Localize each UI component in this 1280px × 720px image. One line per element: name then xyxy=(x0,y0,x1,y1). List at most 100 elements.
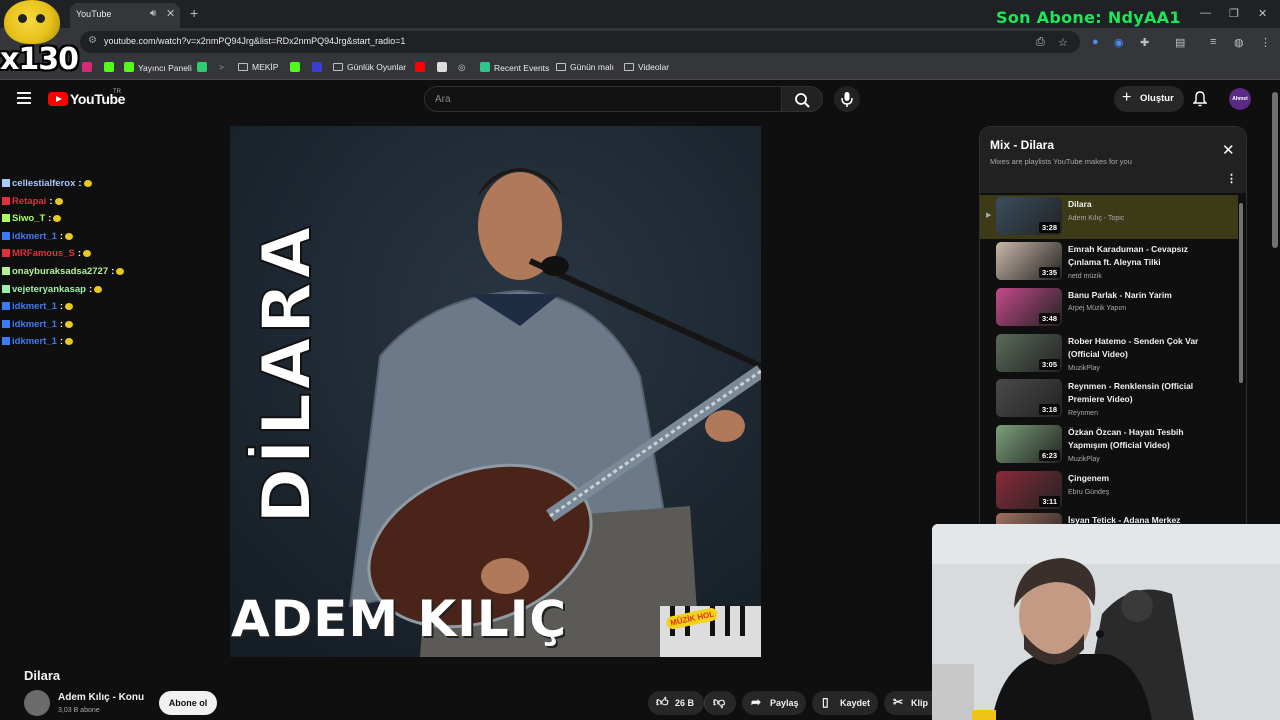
voice-search-button[interactable] xyxy=(834,86,860,112)
kick-bookmark-icon[interactable] xyxy=(104,62,118,73)
playlist-item-title[interactable]: Çingenem xyxy=(1068,472,1208,485)
chat-username[interactable]: idkmert_1 xyxy=(12,336,57,347)
chat-separator: : xyxy=(88,283,93,295)
speaker-icon[interactable]: 🔊︎ xyxy=(150,8,156,19)
cover-artist-name: ADEM KILIÇ xyxy=(231,590,568,648)
bookmark-icon-3[interactable] xyxy=(437,62,451,73)
install-icon[interactable]: ⎙ xyxy=(1036,36,1045,49)
url-text[interactable]: youtube.com/watch?v=x2nmPQ94Jrg&list=RDx… xyxy=(104,36,405,46)
playlist-item-title[interactable]: Özkan Özcan - Hayatı Tesbih Yapmışım (Of… xyxy=(1068,426,1208,451)
dislike-button[interactable]: 👎︎ xyxy=(704,691,736,715)
channel-avatar[interactable] xyxy=(24,690,50,716)
playlist-item[interactable]: 3:05 Rober Hatemo - Senden Çok Var (Offic… xyxy=(980,332,1238,376)
chat-badge-icon xyxy=(2,319,10,328)
chat-separator: : xyxy=(59,301,64,313)
playlist-item-title[interactable]: Emrah Karaduman - Cevapsız Çınlama ft. A… xyxy=(1068,243,1208,268)
extensions-puzzle-icon[interactable]: ✚ xyxy=(1140,36,1149,49)
bookmark-gunun-mali[interactable]: Günün malı xyxy=(556,62,614,72)
save-button[interactable]: ▯ Kaydet xyxy=(812,691,878,715)
playlist-item-title[interactable]: Rober Hatemo - Senden Çok Var (Official … xyxy=(1068,335,1208,360)
playlist-thumbnail[interactable]: 3:28 xyxy=(996,197,1062,235)
globe-bookmark-icon[interactable]: ◎ xyxy=(458,62,465,73)
playlist-item-title[interactable]: Dilara xyxy=(1068,198,1208,211)
window-close-icon[interactable]: ✕ xyxy=(1258,7,1267,20)
duration-badge: 3:05 xyxy=(1038,359,1060,370)
playlist-thumbnail[interactable]: 3:05 xyxy=(996,334,1062,372)
playlist-item[interactable]: 3:48 Banu Parlak - Narin Yarim Arpej Müzik… xyxy=(980,286,1238,330)
site-info-icon[interactable]: ⚙︎ xyxy=(88,35,97,46)
emote-eye xyxy=(36,14,45,23)
playlist-item[interactable]: ▶ 3:28 Dilara Adem Kılıç - Topic xyxy=(980,195,1238,239)
more-menu-icon[interactable]: ⋮ xyxy=(1260,36,1271,49)
playlist-thumbnail[interactable]: 3:48 xyxy=(996,288,1062,326)
chat-message: Siwo_T: xyxy=(2,213,222,231)
profile-icon[interactable]: ◍ xyxy=(1234,36,1244,49)
playlist-thumbnail[interactable]: 6:23 xyxy=(996,425,1062,463)
mix-subtitle: Mixes are playlists YouTube makes for yo… xyxy=(990,157,1132,166)
bookmark-icon[interactable] xyxy=(197,62,211,73)
playlist-item[interactable]: 3:18 Reynmen - Renklensin (Official Premi… xyxy=(980,377,1238,421)
kick-bookmark-icon-2[interactable] xyxy=(290,62,304,73)
media-control-icon[interactable]: ≡ xyxy=(1210,36,1216,48)
chat-username[interactable]: vejeteryankasap xyxy=(12,284,86,295)
restore-icon[interactable]: ❐ xyxy=(1229,7,1239,20)
bookmark-yayinci-paneli[interactable]: Yayıncı Paneli xyxy=(124,62,192,73)
playlist-item[interactable]: 6:23 Özkan Özcan - Hayatı Tesbih Yapmışım… xyxy=(980,423,1238,467)
webcam-overlay xyxy=(932,524,1280,720)
bookmark-icon-2[interactable] xyxy=(312,62,326,73)
sidepanel-icon[interactable]: ▤ xyxy=(1175,36,1185,49)
bookmark-star-icon[interactable]: ☆ xyxy=(1058,36,1068,49)
hamburger-menu-icon[interactable] xyxy=(17,92,31,104)
chat-username[interactable]: cellestialferox xyxy=(12,178,75,189)
bookmark-videolar[interactable]: Videolar xyxy=(624,62,669,72)
bookmark-gunluk-oyunlar[interactable]: Günlük Oyunlar xyxy=(333,62,406,72)
chat-message: MRFamous_S: xyxy=(2,248,222,266)
playlist-item-title[interactable]: Reynmen - Renklensin (Official Premiere … xyxy=(1068,380,1208,405)
playlist-thumbnail[interactable]: 3:18 xyxy=(996,379,1062,417)
chat-username[interactable]: onayburaksadsa2727 xyxy=(12,266,108,277)
stream-chat: cellestialferox: Retapai: Siwo_T: idkmert_1… xyxy=(2,178,222,354)
create-label: Oluştur xyxy=(1140,93,1174,104)
more-vertical-icon[interactable]: ⋮ xyxy=(1226,172,1237,185)
search-button[interactable] xyxy=(781,86,823,112)
playlist-thumbnail[interactable]: 3:11 xyxy=(996,471,1062,509)
create-button[interactable]: + Oluştur xyxy=(1114,86,1184,112)
channel-name[interactable]: Adem Kılıç - Konu xyxy=(58,692,144,703)
page-scrollbar[interactable] xyxy=(1272,92,1278,248)
playlist-item[interactable]: 3:11 Çingenem Ebru Gündeş xyxy=(980,469,1238,513)
subscribe-button[interactable]: Abone ol xyxy=(159,691,217,715)
audio-extension-icon[interactable]: ◉ xyxy=(1114,36,1124,49)
instagram-bookmark-icon[interactable] xyxy=(82,62,96,73)
youtube-bookmark-icon[interactable] xyxy=(415,62,429,73)
clip-label: Klip xyxy=(911,698,928,708)
omnibox[interactable]: ⚙︎ youtube.com/watch?v=x2nmPQ94Jrg&list=… xyxy=(80,31,1080,53)
new-tab-icon[interactable]: + xyxy=(190,5,198,21)
emote-counter: x130 xyxy=(0,42,79,77)
close-tab-icon[interactable]: ✕ xyxy=(166,7,175,20)
chat-badge-icon xyxy=(2,284,10,293)
notification-bell-icon[interactable] xyxy=(1193,91,1207,107)
bookmark-recent-events[interactable]: Recent Events xyxy=(480,62,549,73)
close-icon[interactable]: ✕ xyxy=(1222,141,1235,159)
like-button[interactable]: 👍︎ 26 B xyxy=(648,691,704,715)
account-avatar[interactable]: Ahmet xyxy=(1229,88,1251,110)
playlist-thumbnail[interactable]: 3:35 xyxy=(996,242,1062,280)
chat-username[interactable]: idkmert_1 xyxy=(12,231,57,242)
chat-username[interactable]: idkmert_1 xyxy=(12,319,57,330)
chat-username[interactable]: MRFamous_S xyxy=(12,248,75,259)
chat-username[interactable]: Siwo_T xyxy=(12,213,45,224)
minimize-icon[interactable]: — xyxy=(1200,7,1211,19)
youtube-logo-icon[interactable] xyxy=(48,92,68,106)
chat-username[interactable]: Retapai xyxy=(12,196,46,207)
thumbs-up-icon: 👍︎ xyxy=(656,695,669,709)
share-button[interactable]: ➦ Paylaş xyxy=(742,691,806,715)
extension-icon[interactable]: ● xyxy=(1092,36,1099,48)
bookmark-mekip[interactable]: MEKİP xyxy=(238,62,278,72)
chat-username[interactable]: idkmert_1 xyxy=(12,301,57,312)
playlist-item[interactable]: 3:35 Emrah Karaduman - Cevapsız Çınlama f… xyxy=(980,240,1238,284)
arrow-bookmark-icon[interactable]: > xyxy=(219,62,224,72)
browser-tab[interactable]: YouTube 🔊︎ ✕ xyxy=(70,3,180,28)
mix-scrollbar[interactable] xyxy=(1239,203,1243,383)
playlist-item-title[interactable]: Banu Parlak - Narin Yarim xyxy=(1068,289,1208,302)
search-input[interactable]: Ara xyxy=(424,86,782,112)
